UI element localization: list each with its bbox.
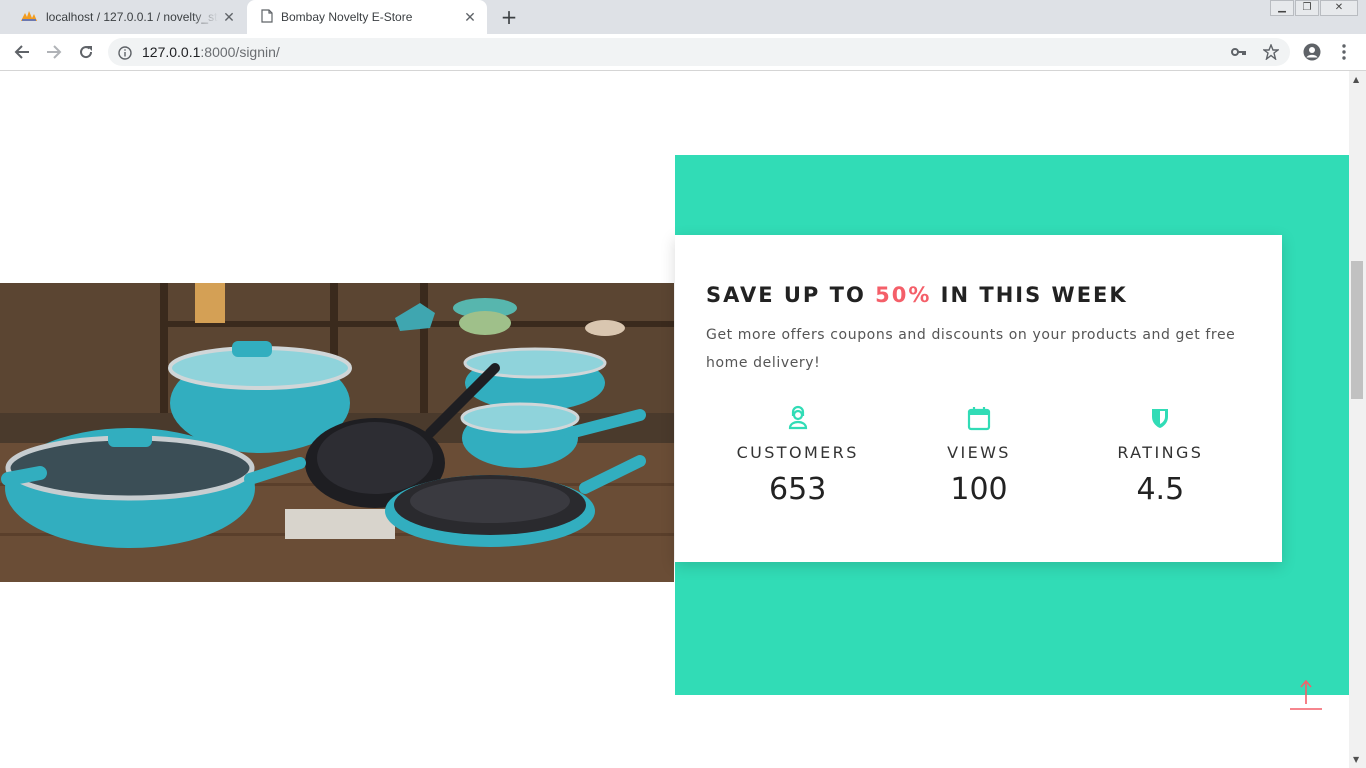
url-text: 127.0.0.1:8000/signin/	[142, 44, 280, 60]
stat-ratings: RATINGS 4.5	[1070, 403, 1251, 507]
back-button[interactable]	[10, 40, 34, 64]
stat-label: RATINGS	[1117, 443, 1204, 462]
shield-icon	[1070, 403, 1251, 433]
stat-label: CUSTOMERS	[736, 443, 859, 462]
tab-phpmyadmin[interactable]: localhost / 127.0.0.1 / novelty_store ✕	[8, 0, 246, 34]
more-vert-icon	[1342, 44, 1346, 60]
profile-button[interactable]	[1300, 40, 1324, 64]
key-icon[interactable]	[1230, 43, 1248, 61]
url-host: 127.0.0.1	[142, 44, 201, 60]
phpmyadmin-icon	[20, 10, 38, 25]
restore-button[interactable]: ❐	[1295, 0, 1319, 16]
headline-prefix: SAVE UP TO	[706, 283, 876, 307]
arrow-up-icon	[1290, 679, 1322, 710]
headline-highlight: 50%	[875, 283, 932, 307]
menu-button[interactable]	[1332, 40, 1356, 64]
bookmark-star-icon[interactable]	[1262, 43, 1280, 61]
tab-title: localhost / 127.0.0.1 / novelty_store	[46, 10, 218, 24]
account-icon	[1303, 43, 1321, 61]
info-icon[interactable]	[118, 45, 132, 64]
back-arrow-icon	[14, 45, 29, 59]
close-window-button[interactable]: ✕	[1320, 0, 1358, 16]
scroll-thumb[interactable]	[1351, 261, 1363, 399]
promo-headline: SAVE UP TO 50% IN THIS WEEK	[706, 283, 1128, 307]
scroll-up-icon[interactable]: ▲	[1353, 75, 1359, 84]
new-tab-button[interactable]: +	[498, 6, 520, 28]
page-icon	[261, 8, 273, 26]
promo-description: Get more offers coupons and discounts on…	[706, 327, 1236, 371]
forward-button[interactable]	[42, 40, 66, 64]
reload-icon	[80, 46, 93, 59]
stat-label: VIEWS	[947, 443, 1011, 462]
address-bar[interactable]: 127.0.0.1:8000/signin/	[108, 38, 1290, 66]
page-scrollbar[interactable]: ▲ ▼	[1349, 71, 1366, 768]
minimize-button[interactable]: ▁	[1270, 0, 1294, 16]
tab-bombay-store[interactable]: Bombay Novelty E-Store ✕	[247, 0, 487, 34]
stat-views: VIEWS 100	[888, 403, 1069, 507]
scroll-down-icon[interactable]: ▼	[1353, 755, 1359, 764]
back-to-top-button[interactable]	[1289, 678, 1323, 712]
close-tab-icon[interactable]: ✕	[459, 9, 481, 26]
reload-button[interactable]	[74, 40, 98, 64]
headline-suffix: IN THIS WEEK	[931, 283, 1128, 307]
url-path: :8000/signin/	[200, 44, 280, 60]
browser-toolbar: 127.0.0.1:8000/signin/	[0, 34, 1366, 71]
close-tab-icon[interactable]: ✕	[218, 9, 240, 26]
calendar-icon	[888, 403, 1069, 433]
stat-customers: CUSTOMERS 653	[707, 403, 888, 507]
user-icon	[707, 403, 888, 433]
tab-title: Bombay Novelty E-Store	[281, 10, 413, 24]
stat-value: 4.5	[1136, 472, 1185, 507]
cookware-image	[0, 283, 674, 582]
stat-value: 653	[769, 472, 827, 507]
promo-card: SAVE UP TO 50% IN THIS WEEK Get more off…	[675, 235, 1282, 562]
forward-arrow-icon	[47, 45, 62, 59]
tab-strip: localhost / 127.0.0.1 / novelty_store ✕ …	[0, 0, 1366, 34]
stat-value: 100	[950, 472, 1008, 507]
stats-row: CUSTOMERS 653 VIEWS 100 RATINGS 4.5	[707, 403, 1251, 507]
